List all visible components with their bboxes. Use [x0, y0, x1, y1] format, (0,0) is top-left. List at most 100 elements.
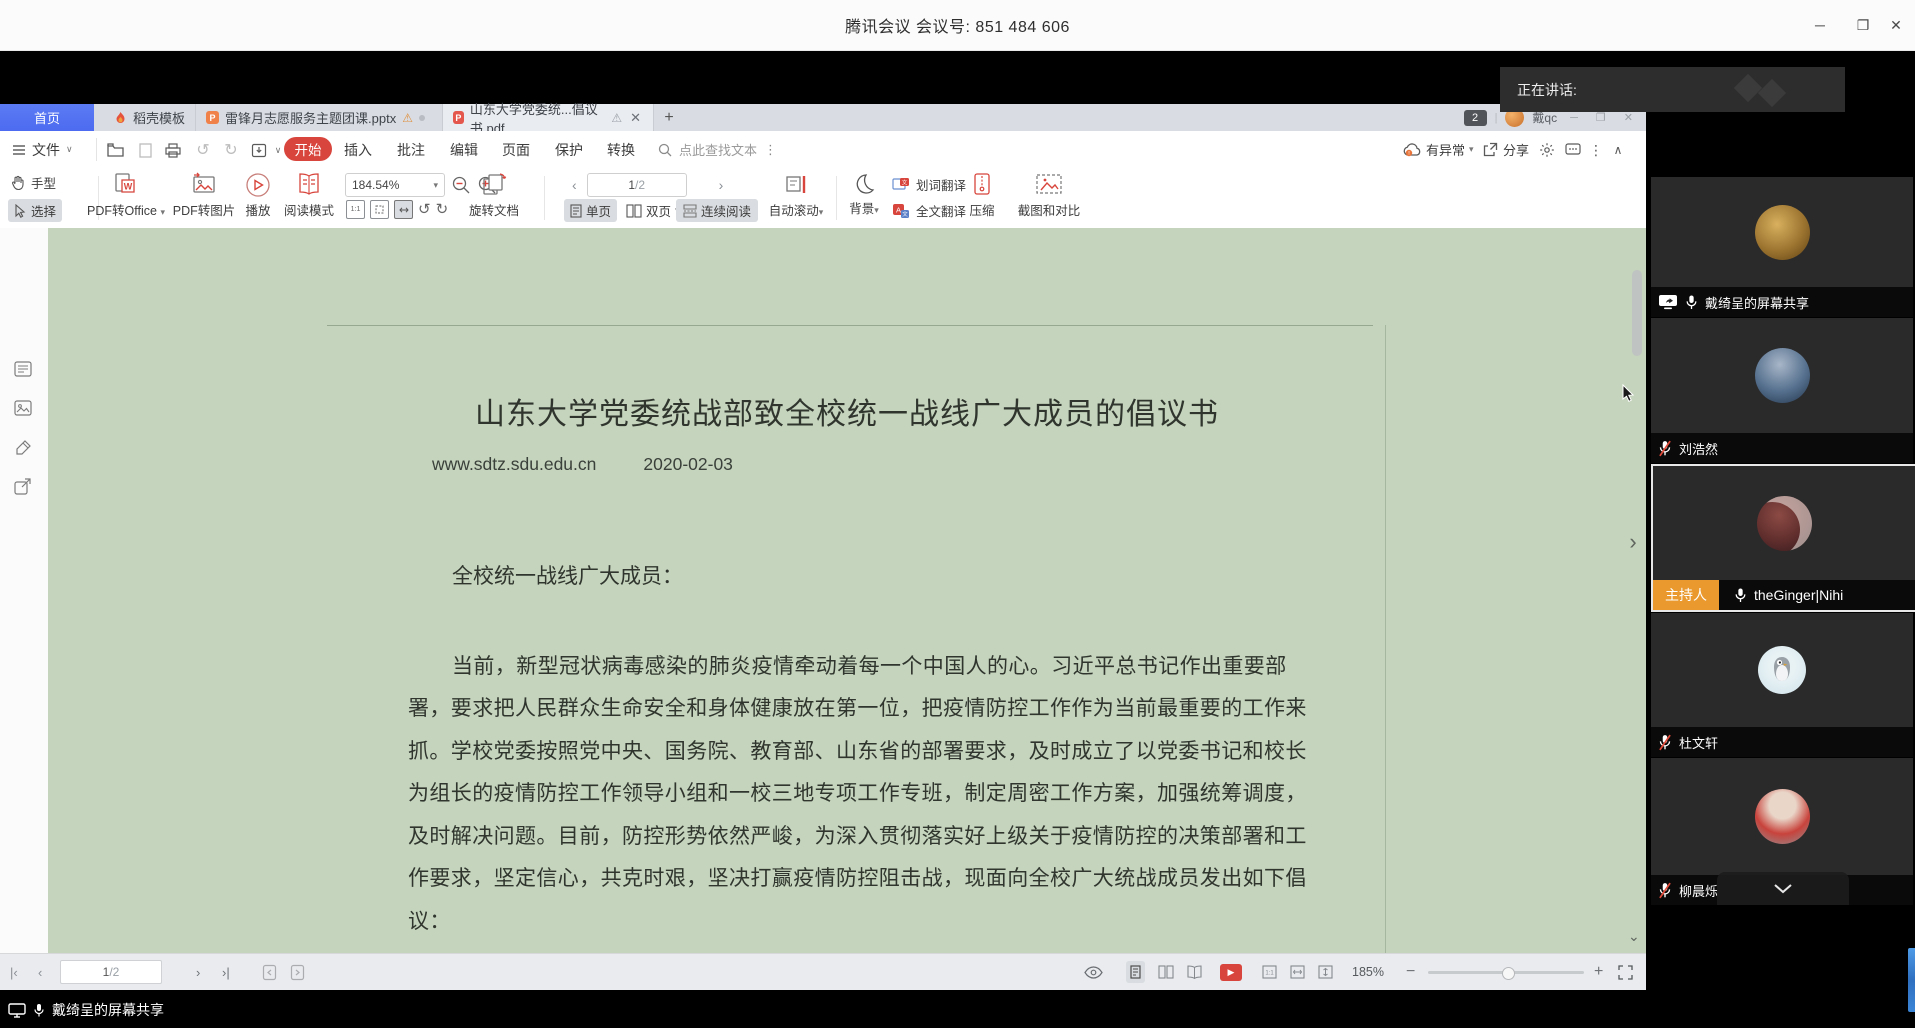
pdf-warning-icon[interactable]: ⚠ — [611, 111, 622, 125]
new-tab-button[interactable]: + — [654, 104, 684, 131]
participant-tile[interactable]: 杜文轩 — [1651, 613, 1913, 757]
zoom-minus-button[interactable]: − — [1406, 954, 1415, 990]
autoscroll-button[interactable]: 自动滚动▾ — [764, 172, 828, 219]
menu-protect[interactable]: 保护 — [555, 131, 583, 168]
pdf-to-office-button[interactable]: W PDF转Office ▾ — [84, 172, 168, 219]
rotate-doc-button[interactable]: 旋转文档 — [466, 172, 522, 219]
background-button[interactable]: 背景▾ — [842, 172, 886, 217]
hand-tool[interactable]: 手型 — [10, 173, 56, 192]
settings-gear-icon[interactable] — [1536, 139, 1558, 161]
fit-width-status-icon[interactable] — [1290, 954, 1305, 990]
collapse-ribbon-icon[interactable]: ∧ — [1608, 139, 1628, 161]
redo-icon[interactable]: ↻ — [220, 139, 242, 161]
vertical-scrollbar[interactable] — [1632, 270, 1642, 356]
file-menu[interactable]: 文件 ∨ — [12, 131, 73, 168]
menu-comment[interactable]: 批注 — [397, 131, 425, 168]
feedback-comment-icon[interactable] — [1562, 139, 1584, 161]
participant-tile[interactable]: 戴绮呈的屏幕共享 — [1651, 177, 1913, 317]
next-view-icon[interactable] — [290, 954, 305, 990]
read-mode-button[interactable]: 阅读模式 — [280, 172, 338, 219]
next-page-icon[interactable]: › — [719, 177, 724, 193]
panel-expand-arrow[interactable]: › — [1622, 524, 1644, 560]
print-icon[interactable] — [162, 139, 184, 161]
prev-page-icon[interactable]: ‹ — [38, 954, 42, 990]
status-page-box[interactable]: 1/2 — [60, 954, 162, 990]
participant-tile-active-speaker[interactable]: 主持人 theGinger|Nihi — [1651, 464, 1915, 612]
find-text-box[interactable]: 点此查找文本 ⋮ — [658, 131, 778, 168]
new-doc-icon[interactable] — [134, 139, 156, 161]
document-salutation: 全校统一战线广大成员： — [452, 560, 683, 590]
zoom-plus-button[interactable]: + — [1594, 954, 1603, 990]
pdf-viewport[interactable]: 山东大学党委统战部致全校统一战线广大成员的倡议书 www.sdtz.sdu.ed… — [48, 228, 1646, 953]
kebab-icon[interactable]: ⋮ — [764, 142, 778, 158]
actual-size-icon[interactable]: 1:1 — [346, 200, 365, 219]
menu-convert[interactable]: 转换 — [607, 131, 635, 168]
outline-panel-icon[interactable] — [14, 361, 32, 377]
page-number-box[interactable]: 1/2 — [587, 173, 687, 197]
pdf-tab-close-icon[interactable]: ✕ — [628, 110, 643, 126]
view-book-icon[interactable] — [1186, 954, 1203, 990]
wps-minimize-icon[interactable]: ─ — [1565, 112, 1583, 124]
prev-page-icon[interactable]: ‹ — [572, 177, 577, 193]
rotate-right-icon[interactable]: ↻ — [436, 202, 449, 217]
zoom-slider[interactable] — [1428, 954, 1584, 990]
fit-page-status-icon[interactable] — [1318, 954, 1333, 990]
prev-view-icon[interactable] — [262, 954, 277, 990]
fullscreen-icon[interactable] — [1618, 954, 1633, 990]
collapse-video-list-button[interactable] — [1717, 872, 1849, 905]
full-translate-button[interactable]: A文 全文翻译 — [892, 201, 966, 220]
zoom-slider-knob[interactable] — [1502, 967, 1515, 980]
view-single-page-icon[interactable] — [1126, 961, 1145, 983]
scroll-down-hint-icon[interactable]: ⌄ — [1628, 928, 1640, 945]
sync-status-button[interactable]: ! 有异常 ▾ — [1403, 131, 1474, 168]
rotate-left-icon[interactable]: ↺ — [418, 202, 431, 217]
fit-actual-icon[interactable]: 1:1 — [1262, 954, 1277, 990]
continuous-read-button[interactable]: 连续阅读 — [676, 199, 758, 222]
last-page-icon[interactable]: ›| — [222, 954, 230, 990]
double-page-button[interactable]: 双页▾ — [622, 199, 684, 222]
snapshot-compare-button[interactable]: 截图和对比 — [1012, 172, 1086, 219]
fit-width-icon[interactable] — [394, 200, 413, 219]
save-as-icon[interactable] — [248, 139, 270, 161]
first-page-icon[interactable]: |‹ — [10, 954, 18, 990]
menu-insert[interactable]: 插入 — [344, 131, 372, 168]
export-panel-icon[interactable] — [14, 478, 32, 495]
minimize-button[interactable]: ─ — [1801, 0, 1839, 50]
word-translate-button[interactable]: 文 划词翻译 — [892, 175, 966, 194]
tab-pptx[interactable]: P 雷锋月志愿服务主题团课.pptx ⚠ — [196, 104, 443, 131]
cloud-icon: ! — [1403, 142, 1422, 157]
open-icon[interactable] — [104, 139, 126, 161]
menu-page[interactable]: 页面 — [502, 131, 530, 168]
fit-page-icon[interactable] — [370, 200, 389, 219]
pptx-warning-icon[interactable]: ⚠ — [402, 111, 413, 125]
screen-share-icon — [1658, 294, 1678, 310]
compress-button[interactable]: 压缩 — [962, 172, 1002, 219]
chevron-down-icon[interactable]: ∨ — [272, 139, 284, 161]
eye-protect-icon[interactable] — [1084, 954, 1103, 990]
undo-icon[interactable]: ↺ — [192, 139, 214, 161]
share-button[interactable]: 分享 — [1483, 131, 1529, 168]
tab-pdf-active[interactable]: P 山东大学党委统...倡议书.pdf ⚠ ✕ — [443, 104, 654, 131]
menu-start[interactable]: 开始 — [284, 137, 332, 161]
tab-docer[interactable]: 稻壳模板 — [104, 104, 196, 131]
zoom-percent-label[interactable]: 185% — [1352, 954, 1384, 990]
document-area: 山东大学党委统战部致全校统一战线广大成员的倡议书 www.sdtz.sdu.ed… — [0, 228, 1646, 953]
zoom-select[interactable]: 184.54%▾ — [345, 173, 445, 197]
pdf-to-image-button[interactable]: PDF转图片 — [172, 172, 236, 219]
menu-edit[interactable]: 编辑 — [450, 131, 478, 168]
wps-close-icon[interactable]: ✕ — [1619, 111, 1638, 124]
tab-home[interactable]: 首页 — [0, 104, 94, 131]
wps-maximize-icon[interactable]: ❐ — [1591, 111, 1611, 124]
play-button[interactable]: 播放 — [240, 172, 276, 219]
single-page-button[interactable]: 单页 — [564, 199, 617, 222]
annotation-panel-icon[interactable] — [14, 439, 32, 456]
select-tool[interactable]: 选择 — [8, 199, 62, 222]
view-double-page-icon[interactable] — [1158, 954, 1174, 990]
participant-tile[interactable]: 刘浩然 — [1651, 318, 1913, 463]
close-button[interactable]: ✕ — [1877, 0, 1915, 50]
more-kebab-icon[interactable]: ⋮ — [1590, 139, 1602, 161]
next-page-icon[interactable]: › — [196, 954, 200, 990]
slideshow-play-button[interactable]: ▶ — [1220, 954, 1242, 990]
thumbnail-panel-icon[interactable] — [14, 400, 32, 416]
notification-badge[interactable]: 2 — [1464, 110, 1487, 126]
